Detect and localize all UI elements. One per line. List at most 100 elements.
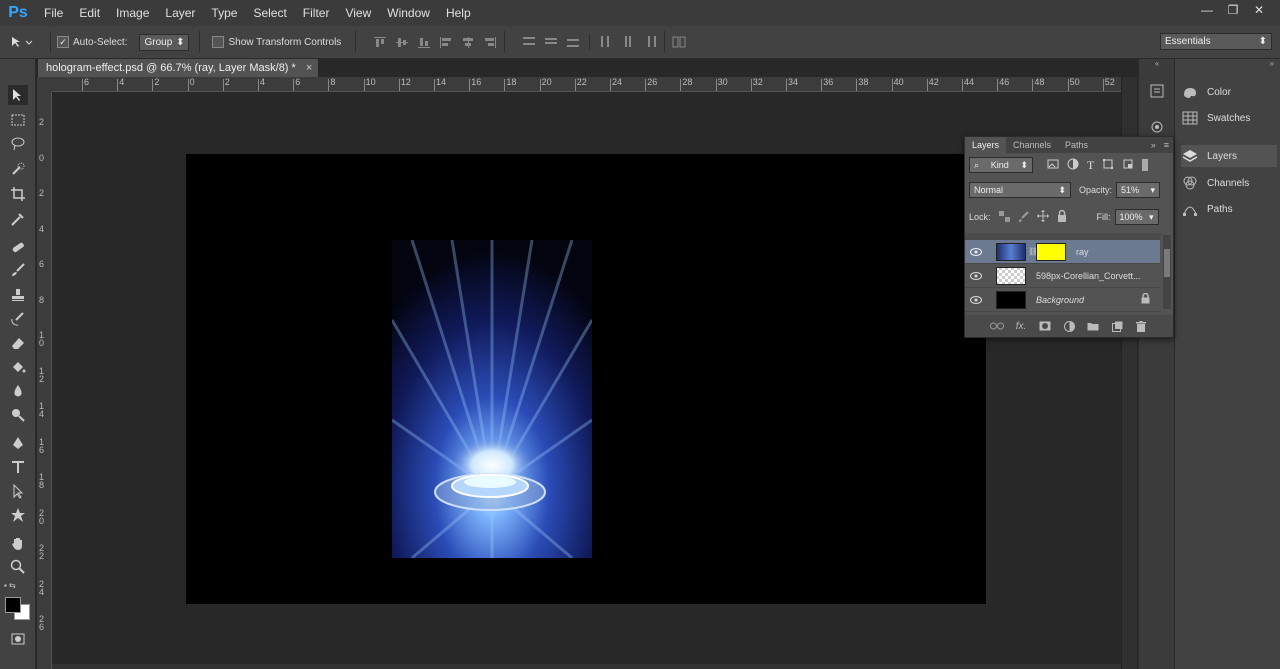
- move-tool[interactable]: [8, 85, 28, 105]
- delete-layer-icon[interactable]: [1134, 320, 1148, 332]
- dodge-tool[interactable]: [8, 405, 28, 425]
- align-vertical-centers-icon[interactable]: [394, 35, 410, 49]
- document-tab[interactable]: hologram-effect.psd @ 66.7% (ray, Layer …: [38, 59, 318, 77]
- restore-button[interactable]: ❐: [1220, 0, 1246, 20]
- layers-scrollbar[interactable]: [1163, 235, 1171, 309]
- tab-layers[interactable]: Layers: [965, 137, 1007, 153]
- opacity-input[interactable]: 51% ▾: [1116, 182, 1161, 198]
- custom-shape-tool[interactable]: [8, 505, 28, 525]
- align-bottom-edges-icon[interactable]: [416, 35, 432, 49]
- filter-smart-object-icon[interactable]: [1122, 158, 1134, 172]
- new-group-icon[interactable]: [1086, 320, 1100, 332]
- clone-stamp-tool[interactable]: [8, 285, 28, 305]
- menu-layer[interactable]: Layer: [157, 0, 203, 26]
- panel-color[interactable]: Color: [1181, 81, 1277, 103]
- layer-name-corvette[interactable]: 598px-Corellian_Corvett...: [1036, 271, 1141, 281]
- close-window-button[interactable]: ✕: [1246, 0, 1272, 20]
- brush-tool[interactable]: [8, 260, 28, 280]
- properties-panel-icon[interactable]: [1149, 119, 1165, 135]
- layer-row-corvette[interactable]: 598px-Corellian_Corvett...: [965, 264, 1160, 288]
- fill-input[interactable]: 100% ▾: [1114, 209, 1159, 225]
- paint-bucket-tool[interactable]: [8, 357, 28, 377]
- panel-paths[interactable]: Paths: [1181, 198, 1277, 220]
- eyedropper-tool[interactable]: [8, 209, 28, 229]
- ruler-origin[interactable]: [37, 77, 52, 92]
- lock-position-icon[interactable]: [1036, 210, 1049, 224]
- fx-icon[interactable]: fx.: [1014, 320, 1028, 332]
- align-horizontal-centers-icon[interactable]: [460, 35, 476, 49]
- filter-type-icon[interactable]: T: [1087, 158, 1094, 173]
- menu-edit[interactable]: Edit: [71, 0, 108, 26]
- lock-all-icon[interactable]: [1057, 209, 1067, 224]
- panel-swatches[interactable]: Swatches: [1181, 107, 1277, 129]
- auto-select-target-dropdown[interactable]: Group ⬍: [139, 33, 190, 51]
- link-layers-icon[interactable]: [990, 320, 1004, 332]
- vertical-ruler[interactable]: 2 0 2 4 6 8 1 0 1 2 1 4 1 6 1 8 2 0 2 2 2 4 2 6: [37, 92, 52, 669]
- distribute-horizontal-centers-icon[interactable]: [620, 34, 636, 48]
- distribute-right-icon[interactable]: [642, 34, 658, 48]
- visibility-eye-icon[interactable]: [965, 247, 987, 256]
- add-mask-icon[interactable]: [1038, 320, 1052, 332]
- distribute-left-icon[interactable]: [598, 34, 614, 48]
- healing-brush-tool[interactable]: [8, 237, 28, 257]
- menu-window[interactable]: Window: [379, 0, 438, 26]
- visibility-eye-icon[interactable]: [965, 295, 987, 304]
- blend-mode-dropdown[interactable]: Normal ⬍: [969, 182, 1071, 198]
- filter-shape-icon[interactable]: [1102, 158, 1114, 172]
- visibility-eye-icon[interactable]: [965, 271, 987, 280]
- move-tool-preset-picker[interactable]: [0, 35, 44, 49]
- mask-link-icon[interactable]: ⛓: [1028, 247, 1038, 256]
- distribute-bottom-icon[interactable]: [565, 34, 581, 48]
- hand-tool[interactable]: [8, 533, 28, 553]
- type-tool[interactable]: [8, 457, 28, 477]
- crop-tool[interactable]: [8, 184, 28, 204]
- collapse-arrows-icon[interactable]: «: [1141, 59, 1173, 69]
- history-panel-icon[interactable]: [1149, 83, 1165, 99]
- layer-thumbnail[interactable]: [996, 242, 1026, 261]
- eraser-tool[interactable]: [8, 333, 28, 353]
- lock-image-pixels-icon[interactable]: [1018, 210, 1029, 224]
- filter-kind-dropdown[interactable]: ⌕ Kind ⬍: [969, 157, 1033, 173]
- distribute-top-icon[interactable]: [521, 34, 537, 48]
- horizontal-scrollbar[interactable]: [52, 664, 1121, 669]
- filter-adjustment-icon[interactable]: [1067, 158, 1079, 172]
- foreground-color-swatch[interactable]: [5, 597, 21, 613]
- panel-layers[interactable]: Layers: [1181, 145, 1277, 167]
- layer-row-background[interactable]: Background: [965, 288, 1160, 312]
- new-adjustment-layer-icon[interactable]: [1062, 320, 1076, 332]
- layer-name-background[interactable]: Background: [1036, 295, 1084, 305]
- menu-file[interactable]: File: [36, 0, 71, 26]
- lasso-tool[interactable]: [8, 134, 28, 154]
- auto-select-checkbox[interactable]: ✓: [57, 36, 69, 48]
- menu-select[interactable]: Select: [245, 0, 294, 26]
- menu-type[interactable]: Type: [203, 0, 245, 26]
- align-top-edges-icon[interactable]: [372, 35, 388, 49]
- menu-image[interactable]: Image: [108, 0, 157, 26]
- workspace-dropdown[interactable]: Essentials ⬍: [1160, 33, 1272, 50]
- zoom-tool[interactable]: [8, 557, 28, 577]
- panel-collapse-icon[interactable]: »: [1147, 137, 1160, 153]
- auto-align-layers-icon[interactable]: [671, 35, 687, 49]
- close-document-icon[interactable]: ×: [306, 62, 312, 74]
- layer-mask-thumbnail[interactable]: [1036, 242, 1066, 261]
- lock-transparent-pixels-icon[interactable]: [998, 210, 1010, 224]
- pen-tool[interactable]: [8, 433, 28, 453]
- filter-toggle-icon[interactable]: [1142, 159, 1149, 171]
- marquee-tool[interactable]: [8, 110, 28, 130]
- tab-paths[interactable]: Paths: [1058, 137, 1095, 153]
- quick-selection-tool[interactable]: [8, 159, 28, 179]
- default-colors-swap-icons[interactable]: ▪ ⇆: [4, 581, 32, 591]
- horizontal-ruler[interactable]: 6 4 2 0 2 4 6 8 10 12 14 16 18 20 22 24 26 28 30 32 34 36 38 40…: [52, 77, 1121, 92]
- blur-tool[interactable]: [8, 381, 28, 401]
- layer-thumbnail[interactable]: [996, 266, 1026, 285]
- path-selection-tool[interactable]: [8, 481, 28, 501]
- layer-name-ray[interactable]: ray: [1076, 247, 1089, 257]
- quick-mask-button[interactable]: [8, 629, 28, 649]
- menu-filter[interactable]: Filter: [295, 0, 338, 26]
- layers-scroll-thumb[interactable]: [1164, 249, 1170, 277]
- panel-menu-icon[interactable]: ≡: [1160, 137, 1173, 153]
- menu-view[interactable]: View: [337, 0, 379, 26]
- filter-pixel-icon[interactable]: [1047, 159, 1059, 171]
- panel-channels[interactable]: Channels: [1181, 172, 1277, 194]
- layer-row-ray[interactable]: ⛓ ray: [965, 240, 1160, 264]
